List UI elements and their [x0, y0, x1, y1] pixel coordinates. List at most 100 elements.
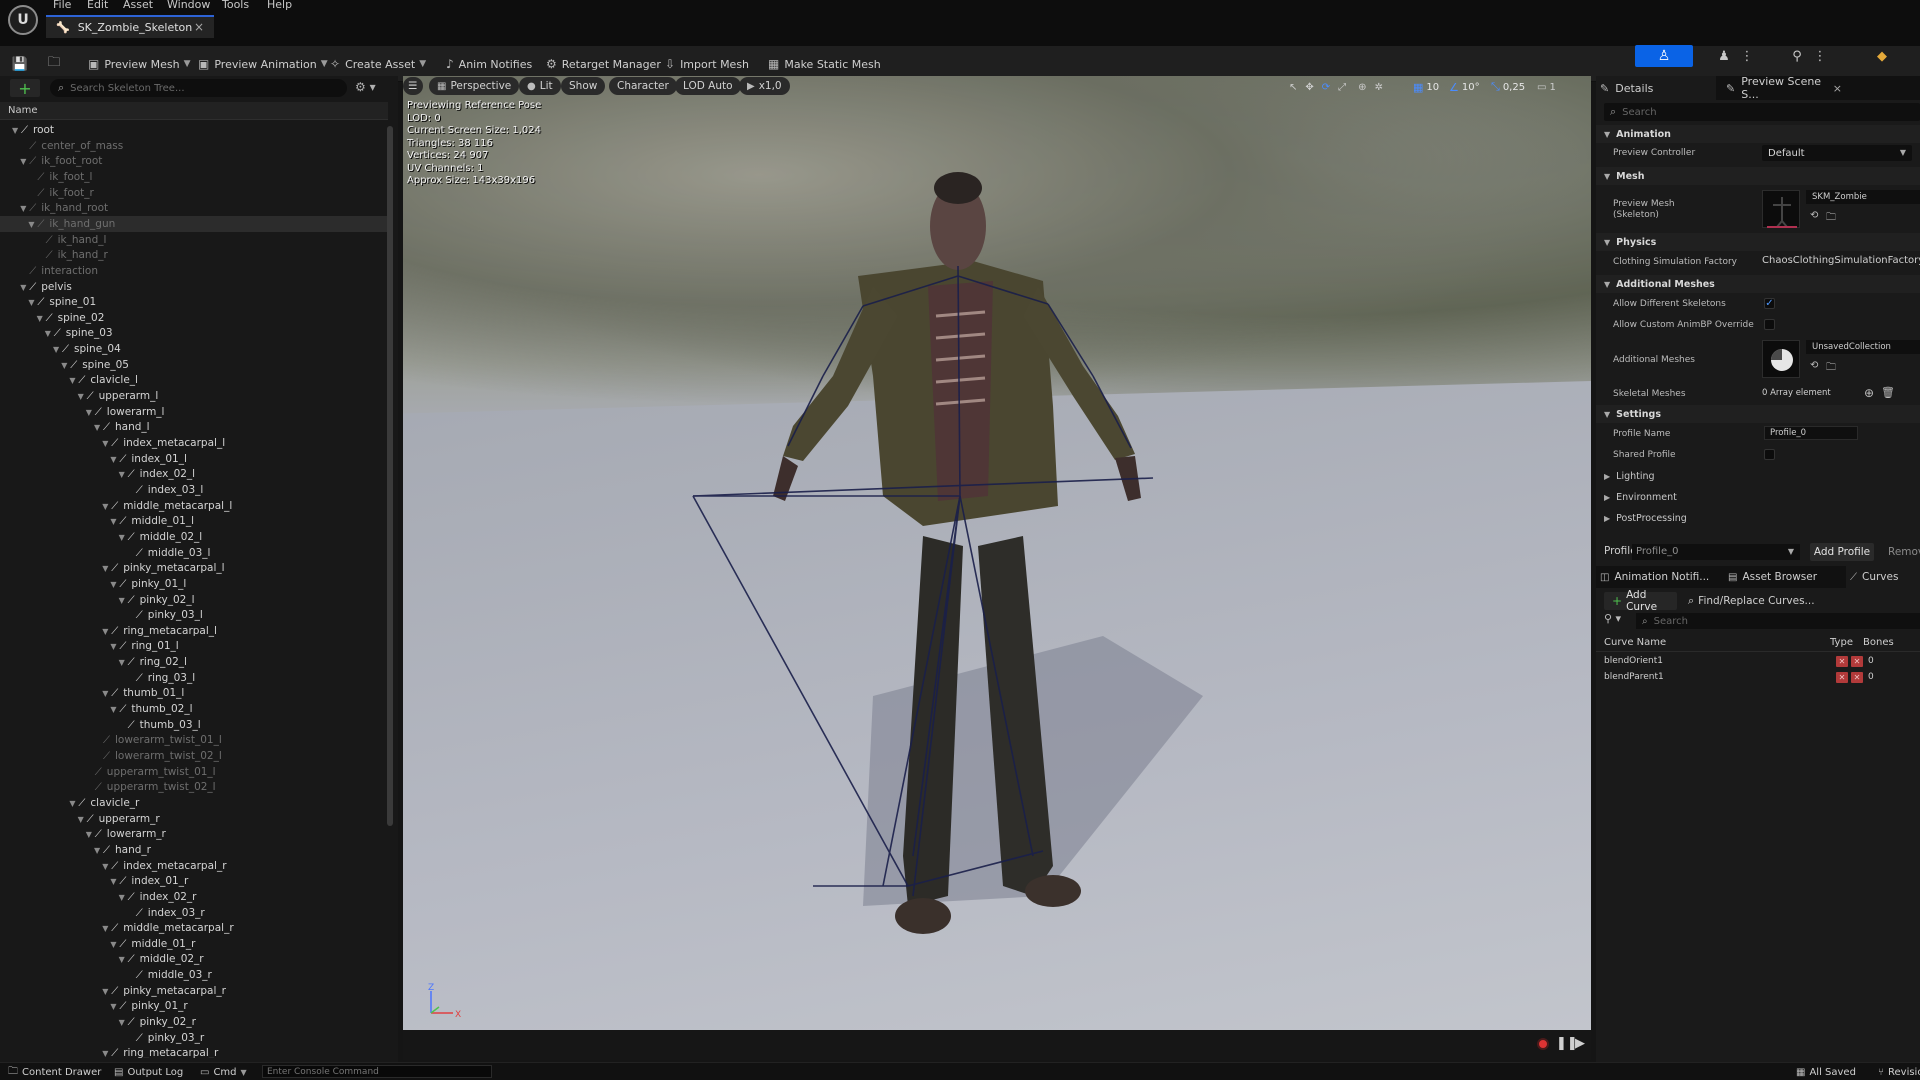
- chevron-down-icon[interactable]: ▼: [119, 890, 128, 906]
- chevron-down-icon[interactable]: ▼: [110, 452, 119, 468]
- tab-preview-scene[interactable]: ✎ Preview Scene S... ×: [1722, 75, 1842, 101]
- revision-control-button[interactable]: ⑂ Revision Control: [1878, 1065, 1920, 1079]
- chevron-down-icon[interactable]: ▼: [102, 984, 111, 1000]
- play-forward-icon[interactable]: ▶: [1575, 1036, 1585, 1051]
- bone-row[interactable]: ▼ ⟋ ik_foot_root: [0, 153, 388, 169]
- bone-row[interactable]: ⟋ lowerarm_twist_02_l: [0, 748, 388, 764]
- anim-notifies-button[interactable]: ♪ Anim Notifies: [446, 54, 532, 74]
- menu-asset[interactable]: Asset: [123, 0, 153, 12]
- scale-icon[interactable]: ⤢: [1338, 82, 1346, 93]
- add-bone-button[interactable]: +: [10, 79, 40, 98]
- preview-viewport[interactable]: ☰ ▦ Perspective ● Lit Show Character LOD…: [403, 76, 1591, 1030]
- all-saved-indicator[interactable]: ▦ All Saved: [1796, 1065, 1856, 1079]
- asset-editor-tab[interactable]: 🦴 SK_Zombie_Skeleton ×: [46, 15, 214, 38]
- viewport-options-icon[interactable]: ☰: [403, 77, 423, 95]
- section-environment[interactable]: ▶ Environment: [1596, 488, 1920, 506]
- bone-row[interactable]: ▼ ⟋ spine_04: [0, 341, 388, 357]
- column-header-name[interactable]: Name: [0, 102, 388, 120]
- bone-row[interactable]: ▼ ⟋ lowerarm_l: [0, 404, 388, 420]
- bone-row[interactable]: ▼ ⟋ pinky_01_r: [0, 998, 388, 1014]
- col-type[interactable]: Type: [1830, 637, 1853, 648]
- allow-custom-animbp-checkbox[interactable]: [1764, 319, 1775, 330]
- chevron-down-icon[interactable]: ▼: [110, 874, 119, 890]
- rotation-snap-toggle[interactable]: ∠ 10°: [1449, 79, 1480, 95]
- chevron-down-icon[interactable]: ▼: [102, 686, 111, 702]
- profile-dropdown[interactable]: Profile_0 ▼: [1632, 544, 1800, 560]
- zombie-character-mesh[interactable]: [403, 76, 1591, 1030]
- bone-row[interactable]: ▼ ⟋ middle_metacarpal_l: [0, 498, 388, 514]
- mesh-mode-icon[interactable]: ♟: [1708, 45, 1740, 67]
- bone-row[interactable]: ▼ ⟋ middle_02_r: [0, 951, 388, 967]
- section-mesh[interactable]: ▼ Mesh: [1596, 167, 1920, 185]
- curve-search-input[interactable]: [1653, 615, 1904, 627]
- trash-icon[interactable]: 🗑: [1881, 386, 1895, 399]
- bone-row[interactable]: ⟋ ik_hand_r: [0, 247, 388, 263]
- bone-row[interactable]: ⟋ middle_03_l: [0, 545, 388, 561]
- bone-row[interactable]: ⟋ index_03_l: [0, 482, 388, 498]
- grid-snap-toggle[interactable]: ▦ 10: [1413, 79, 1439, 95]
- chevron-down-icon[interactable]: ▼: [69, 796, 78, 812]
- curve-row[interactable]: blendParent1 ✕ ✕ 0: [1596, 670, 1920, 686]
- bone-row[interactable]: ▼ ⟋ pinky_metacarpal_r: [0, 983, 388, 999]
- bone-row[interactable]: ▼ ⟋ index_02_r: [0, 889, 388, 905]
- filter-icon[interactable]: ⚲ ▾: [1604, 612, 1621, 625]
- add-profile-button[interactable]: Add Profile: [1810, 543, 1874, 561]
- tab-details[interactable]: ✎ Details: [1596, 76, 1716, 100]
- content-drawer-button[interactable]: 🗀 Content Drawer: [8, 1065, 101, 1079]
- skeleton-mode-icon[interactable]: ♙: [1635, 45, 1693, 67]
- bone-row[interactable]: ▼ ⟋ clavicle_r: [0, 795, 388, 811]
- bone-row[interactable]: ▼ ⟋ spine_02: [0, 310, 388, 326]
- tab-animation-notifies[interactable]: ◫ Animation Notifi...: [1596, 566, 1720, 588]
- section-lighting[interactable]: ▶ Lighting: [1596, 467, 1920, 485]
- bone-row[interactable]: ⟋ ik_hand_l: [0, 232, 388, 248]
- bone-row[interactable]: ⟋ pinky_03_r: [0, 1030, 388, 1046]
- bone-row[interactable]: ⟋ ring_03_l: [0, 670, 388, 686]
- section-animation[interactable]: ▼ Animation: [1596, 125, 1920, 143]
- close-tab-icon[interactable]: ×: [194, 20, 204, 34]
- bone-row[interactable]: ▼ ⟋ middle_01_l: [0, 513, 388, 529]
- bone-row[interactable]: ⟋ center_of_mass: [0, 138, 388, 154]
- chevron-down-icon[interactable]: ▼: [102, 561, 111, 577]
- chevron-down-icon[interactable]: ▼: [78, 812, 87, 828]
- bone-row[interactable]: ▼ ⟋ pelvis: [0, 279, 388, 295]
- bone-row[interactable]: ▼ ⟋ ik_hand_root: [0, 200, 388, 216]
- bone-row[interactable]: ▼ ⟋ lowerarm_r: [0, 826, 388, 842]
- rotate-icon[interactable]: ⟳: [1322, 82, 1330, 93]
- bone-row[interactable]: ▼ ⟋ pinky_01_l: [0, 576, 388, 592]
- preview-controller-dropdown[interactable]: Default ▼: [1762, 145, 1912, 161]
- bone-row[interactable]: ▼ ⟋ index_metacarpal_l: [0, 435, 388, 451]
- skeleton-tree-search[interactable]: ⌕: [50, 79, 347, 97]
- bone-row[interactable]: ⟋ ik_foot_r: [0, 185, 388, 201]
- chevron-down-icon[interactable]: ▼: [110, 937, 119, 953]
- preview-mesh-value[interactable]: SKM_Zombie: [1806, 190, 1920, 204]
- menu-edit[interactable]: Edit: [87, 0, 108, 12]
- section-postprocessing[interactable]: ▶ PostProcessing: [1596, 509, 1920, 527]
- bone-row[interactable]: ▼ ⟋ thumb_02_l: [0, 701, 388, 717]
- world-local-icon[interactable]: ⊕: [1358, 82, 1366, 93]
- close-icon[interactable]: ×: [1833, 82, 1842, 95]
- chevron-down-icon[interactable]: ▼: [94, 420, 103, 436]
- chevron-down-icon[interactable]: ▼: [119, 530, 128, 546]
- chevron-down-icon[interactable]: ▼: [28, 295, 37, 311]
- profile-name-input[interactable]: Profile_0: [1764, 426, 1858, 440]
- bone-row[interactable]: ▼ ⟋ upperarm_r: [0, 811, 388, 827]
- character-button[interactable]: Character: [609, 77, 677, 95]
- bone-row[interactable]: ▼ ⟋ ring_01_l: [0, 638, 388, 654]
- chevron-down-icon[interactable]: ▼: [61, 358, 70, 374]
- gear-icon[interactable]: ⚙ ▾: [355, 80, 376, 94]
- chevron-down-icon[interactable]: ▼: [102, 859, 111, 875]
- chevron-down-icon[interactable]: ▼: [37, 311, 46, 327]
- find-replace-curves-button[interactable]: ⌕ Find/Replace Curves...: [1688, 592, 1815, 610]
- shared-profile-checkbox[interactable]: [1764, 449, 1775, 460]
- chevron-down-icon[interactable]: ▼: [119, 952, 128, 968]
- chevron-down-icon[interactable]: ▼: [28, 217, 37, 233]
- show-button[interactable]: Show: [561, 77, 606, 95]
- details-search[interactable]: ⌕: [1604, 103, 1920, 121]
- surface-snap-icon[interactable]: ✲: [1375, 82, 1383, 93]
- chevron-down-icon[interactable]: ▼: [102, 436, 111, 452]
- bone-row[interactable]: ▼ ⟋ index_01_r: [0, 873, 388, 889]
- preview-animation-button[interactable]: ▣ Preview Animation ▼: [198, 54, 328, 74]
- add-curve-button[interactable]: + Add Curve: [1604, 589, 1677, 613]
- record-icon[interactable]: [1537, 1038, 1549, 1050]
- bone-row[interactable]: ⟋ lowerarm_twist_01_l: [0, 732, 388, 748]
